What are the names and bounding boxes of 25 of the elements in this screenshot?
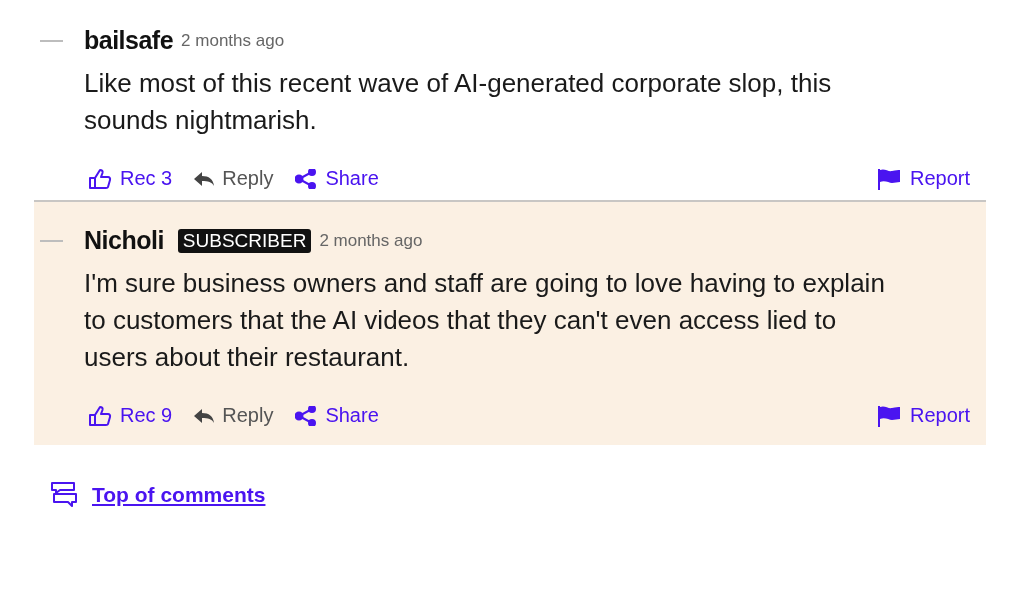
recommend-button[interactable]: Rec 3 <box>88 167 173 190</box>
share-icon <box>295 405 318 426</box>
top-of-comments-link[interactable]: Top of comments <box>92 483 266 507</box>
share-button[interactable]: Share <box>295 404 379 427</box>
timestamp: 2 months ago <box>319 230 423 251</box>
username[interactable]: Nicholi <box>84 226 164 255</box>
comment-text: Like most of this recent wave of AI-generated corporate slop, this sounds nightmarish. <box>84 67 833 137</box>
thumbs-up-icon <box>88 167 112 190</box>
report-button[interactable]: Report <box>877 404 970 427</box>
comments-icon <box>50 481 78 509</box>
reply-button[interactable]: Reply <box>194 404 274 427</box>
reply-button[interactable]: Reply <box>194 167 274 190</box>
thumbs-up-icon <box>88 404 112 427</box>
subscriber-badge: SUBSCRIBER <box>177 228 312 253</box>
report-button[interactable]: Report <box>877 167 970 190</box>
comment-text: I'm sure business owners and staff are going to love having to explain to customers that the AI videos that they can't even access lied to users about their restaurant. <box>84 267 886 374</box>
recommend-button[interactable]: Rec 9 <box>88 404 173 427</box>
flag-icon <box>877 167 902 190</box>
share-icon <box>295 168 318 189</box>
reply-icon <box>194 171 215 186</box>
username[interactable]: bailsafe <box>84 26 174 55</box>
flag-icon <box>877 404 902 427</box>
share-button[interactable]: Share <box>295 167 379 190</box>
reply-icon <box>194 408 215 423</box>
timestamp: 2 months ago <box>181 30 285 51</box>
